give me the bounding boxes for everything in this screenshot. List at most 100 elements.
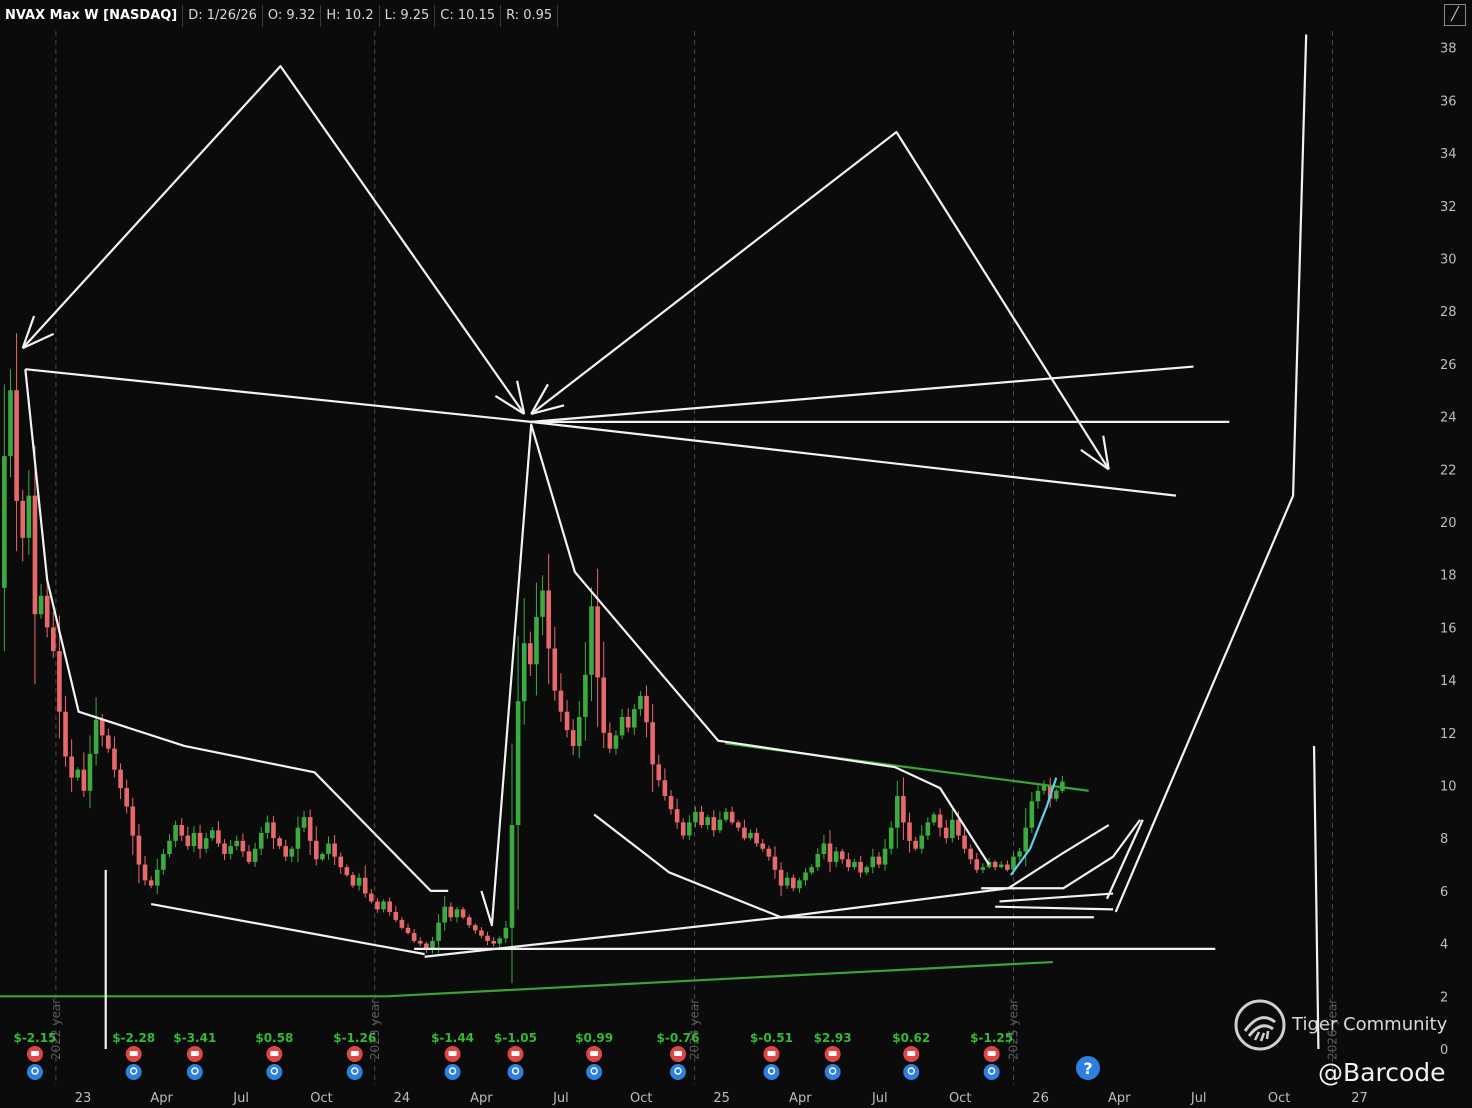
dividend-info-icon xyxy=(266,1064,283,1080)
candle-body xyxy=(937,814,943,828)
dividend-info-icon xyxy=(983,1064,1000,1080)
candle-body xyxy=(821,843,827,855)
scale-toggle-icon[interactable]: ╱ xyxy=(1444,4,1466,26)
candle-body xyxy=(876,856,882,865)
candle-body xyxy=(246,851,252,862)
candle-body xyxy=(191,832,197,847)
drawn-line xyxy=(999,892,1114,903)
candle-body xyxy=(601,677,607,733)
candle-body xyxy=(442,906,448,923)
candle-body xyxy=(931,814,937,823)
candle-body xyxy=(766,848,772,857)
year-label: 2022 year xyxy=(49,999,63,1060)
candle-body xyxy=(998,864,1004,868)
candle-body xyxy=(754,832,759,844)
candle-body xyxy=(8,390,13,457)
x-tick-label: Jul xyxy=(232,1091,249,1106)
earnings-icon-glyph xyxy=(590,1051,599,1056)
candle-body xyxy=(222,843,227,855)
x-tick-label: 27 xyxy=(1351,1091,1368,1106)
candle-body xyxy=(803,872,808,881)
candle-body xyxy=(2,456,7,588)
candle-body xyxy=(130,806,136,836)
candle-body xyxy=(925,822,931,836)
x-tick-label: 23 xyxy=(75,1091,92,1106)
year-label: 2023 year xyxy=(368,999,382,1060)
candle-body xyxy=(197,832,203,849)
candle-body xyxy=(589,606,594,675)
dividend-info-icon xyxy=(824,1064,841,1080)
candle-body xyxy=(901,796,906,823)
y-tick-label: 4 xyxy=(1440,938,1448,953)
candle-body xyxy=(289,848,295,857)
dividend-info-icon xyxy=(346,1064,363,1080)
price-chart[interactable]: 02468101214161820222426283032343638 23 Ap… xyxy=(0,0,1472,1108)
candle-body xyxy=(980,867,986,870)
y-axis: 02468101214161820222426283032343638 xyxy=(1440,42,1457,1058)
candle-body xyxy=(497,938,503,944)
candle-body xyxy=(417,940,423,944)
date-label: D: 1/26/26 xyxy=(183,4,263,27)
candle-body xyxy=(1041,785,1047,791)
candle-body xyxy=(167,840,172,855)
x-tick-label: Oct xyxy=(949,1091,971,1106)
earnings-icon-glyph xyxy=(129,1051,138,1056)
candle-body xyxy=(729,811,735,823)
candle-body xyxy=(179,825,185,836)
earnings-eps-label: $-0.51 xyxy=(750,1031,793,1045)
dividend-info-icon xyxy=(186,1064,203,1080)
candle-body xyxy=(399,919,405,928)
candle-body xyxy=(974,859,980,870)
candle-body xyxy=(479,930,484,936)
earnings-eps-label: $0.62 xyxy=(892,1031,930,1045)
x-tick-label: 24 xyxy=(394,1091,411,1106)
candle-body xyxy=(968,848,973,860)
candle-body xyxy=(57,651,62,712)
drawn-line xyxy=(25,368,532,423)
candle-body xyxy=(411,933,417,941)
x-tick-label: 26 xyxy=(1032,1091,1049,1106)
candle-body xyxy=(625,716,631,728)
candle-body xyxy=(632,709,637,728)
candle-body xyxy=(38,595,44,615)
earnings-icon-glyph xyxy=(987,1051,996,1056)
candle-body xyxy=(362,877,368,894)
y-tick-label: 14 xyxy=(1440,674,1457,689)
candle-body xyxy=(607,732,613,749)
earnings-eps-label: $-1.05 xyxy=(494,1031,537,1045)
candle-body xyxy=(216,830,221,844)
y-tick-label: 26 xyxy=(1440,358,1457,373)
earnings-icon-glyph xyxy=(828,1051,837,1056)
candle-body xyxy=(662,780,668,797)
candle-body xyxy=(644,695,649,723)
y-tick-label: 36 xyxy=(1440,94,1457,109)
earnings-eps-label: $-1.25 xyxy=(970,1031,1013,1045)
candle-body xyxy=(326,843,331,855)
y-tick-label: 8 xyxy=(1440,832,1448,847)
x-tick-label: Oct xyxy=(630,1091,652,1106)
watermark-handle: @Barcode xyxy=(1318,1058,1446,1087)
earnings-icon-glyph xyxy=(907,1051,916,1056)
candle-body xyxy=(161,854,166,870)
candle-body xyxy=(748,832,753,839)
earnings-markers: $-2.15 $-2.28 $-3.41 $0.58 $-1.26 $-1.44 $-1.0… xyxy=(13,1031,1100,1080)
candle-body xyxy=(564,711,570,731)
candle-body xyxy=(668,796,674,810)
candle-body xyxy=(1054,790,1059,799)
earnings-icon-glyph xyxy=(350,1051,359,1056)
symbol-label[interactable]: NVAX Max W [NASDAQ] xyxy=(0,4,184,27)
candle-body xyxy=(950,819,955,839)
candle-body xyxy=(252,848,258,862)
candle-body xyxy=(228,846,233,855)
y-tick-label: 34 xyxy=(1440,147,1457,162)
candle-body xyxy=(485,935,490,941)
candle-body xyxy=(112,748,117,770)
candle-body xyxy=(742,827,747,839)
candle-body xyxy=(919,835,925,849)
candle-body xyxy=(148,880,154,886)
candle-body xyxy=(503,927,509,939)
candle-body xyxy=(1023,827,1029,852)
earnings-icon-glyph xyxy=(511,1051,520,1056)
candle-body xyxy=(791,877,796,889)
y-tick-label: 38 xyxy=(1440,42,1457,57)
